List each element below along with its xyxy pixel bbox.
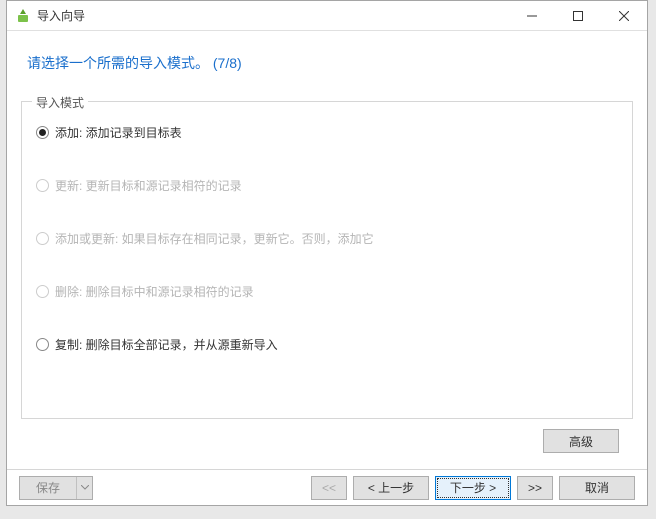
inner-button-row: 高级 [21,419,633,453]
next-button[interactable]: 下一步 > [435,476,511,500]
radio-label: 添加: 添加记录到目标表 [55,124,182,141]
radio-label: 更新: 更新目标和源记录相符的记录 [55,177,242,194]
footer: 保存 << < 上一步 下一步 > >> 取消 [7,469,647,505]
prev-button[interactable]: < 上一步 [353,476,429,500]
radio-icon [36,285,49,298]
option-copy[interactable]: 复制: 删除目标全部记录，并从源重新导入 [36,336,618,353]
import-mode-fieldset: 导入模式 添加: 添加记录到目标表 更新: 更新目标和源记录相符的记录 添加或更… [21,101,633,419]
wizard-window: 导入向导 请选择一个所需的导入模式。 (7/8) 导入模式 添加: 添加记录到目… [6,0,648,506]
radio-label: 添加或更新: 如果目标存在相同记录，更新它。否则，添加它 [55,230,374,247]
window-title: 导入向导 [37,7,85,24]
option-append[interactable]: 添加: 添加记录到目标表 [36,124,618,141]
maximize-button[interactable] [555,1,601,30]
page-heading: 请选择一个所需的导入模式。 (7/8) [7,31,647,83]
close-button[interactable] [601,1,647,30]
radio-icon [36,126,49,139]
chevron-down-icon [76,477,92,499]
advanced-button[interactable]: 高级 [543,429,619,453]
minimize-button[interactable] [509,1,555,30]
save-dropdown[interactable]: 保存 [19,476,93,500]
fieldset-legend: 导入模式 [32,94,88,111]
cancel-button[interactable]: 取消 [559,476,635,500]
radio-icon [36,338,49,351]
content-area: 导入模式 添加: 添加记录到目标表 更新: 更新目标和源记录相符的记录 添加或更… [7,101,647,453]
titlebar: 导入向导 [7,1,647,31]
option-update[interactable]: 更新: 更新目标和源记录相符的记录 [36,177,618,194]
first-button[interactable]: << [311,476,347,500]
radio-icon [36,179,49,192]
save-label: 保存 [20,479,76,496]
last-button[interactable]: >> [517,476,553,500]
radio-label: 复制: 删除目标全部记录，并从源重新导入 [55,336,278,353]
app-icon [15,8,31,24]
window-controls [509,1,647,30]
option-append-update[interactable]: 添加或更新: 如果目标存在相同记录，更新它。否则，添加它 [36,230,618,247]
radio-label: 删除: 删除目标中和源记录相符的记录 [55,283,254,300]
radio-icon [36,232,49,245]
option-delete[interactable]: 删除: 删除目标中和源记录相符的记录 [36,283,618,300]
